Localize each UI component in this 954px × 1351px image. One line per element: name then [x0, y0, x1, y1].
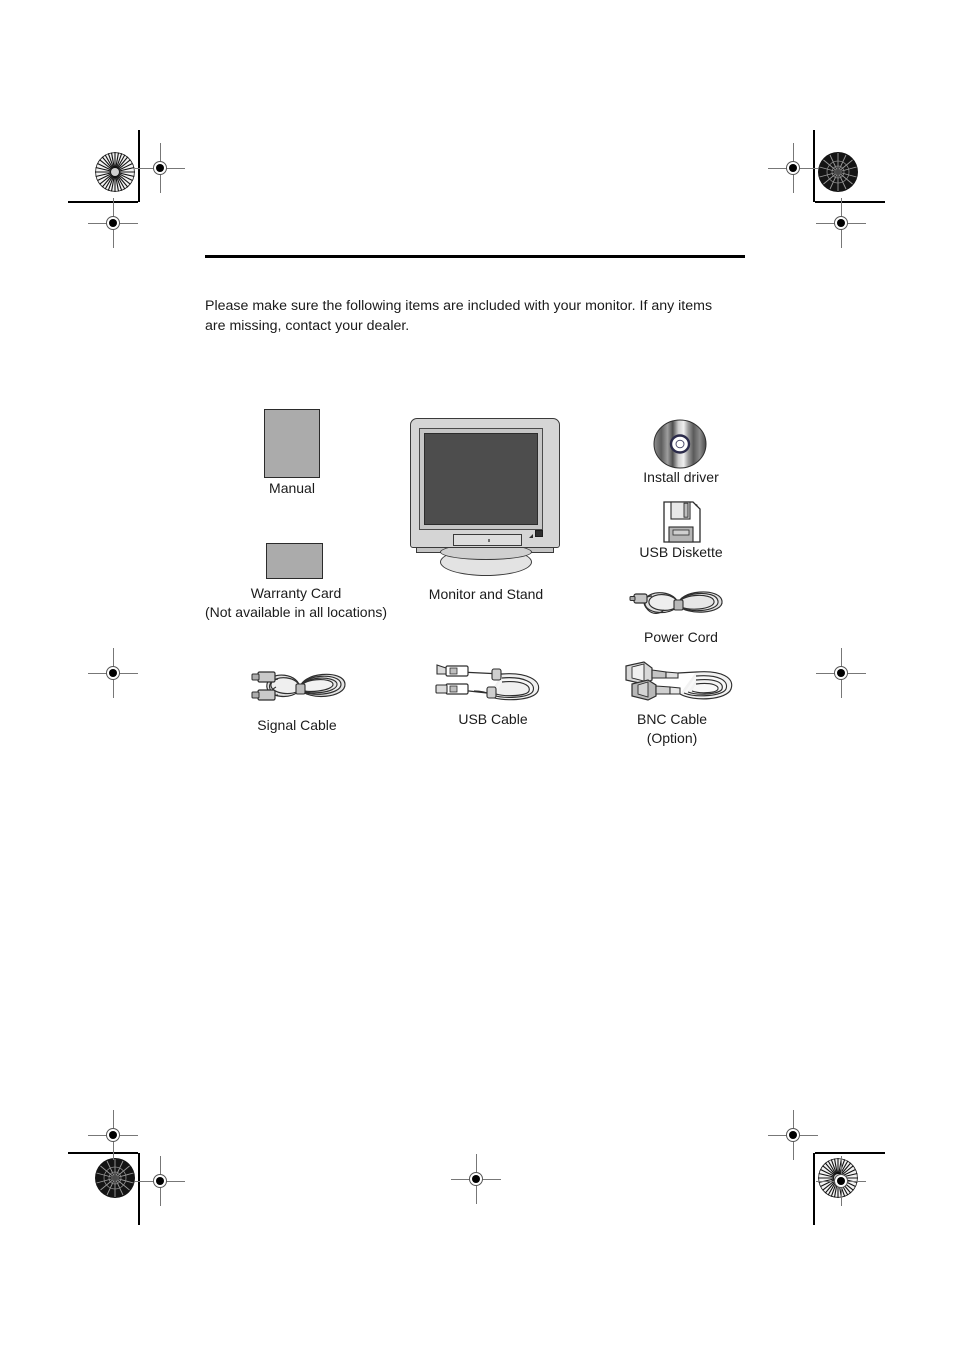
registration-core	[156, 164, 164, 172]
bnc-cable-icon	[625, 661, 733, 701]
label-install-driver: Install driver	[643, 469, 719, 485]
star-target-bottom-left	[95, 1158, 135, 1198]
registration-core	[789, 164, 797, 172]
registration-mark-top-right-upper	[768, 143, 818, 193]
crop-line-top-left-horizontal	[68, 201, 138, 203]
signal-cable-connector-lower	[251, 689, 276, 701]
label-power-cord: Power Cord	[644, 629, 718, 645]
star-target-top-right	[818, 152, 858, 192]
power-cord-icon	[629, 591, 723, 614]
registration-core	[789, 1131, 797, 1139]
signal-cable-icon	[251, 671, 346, 701]
label-bnc-cable: BNC Cable (Option)	[636, 711, 708, 747]
manual-illustration	[264, 409, 320, 478]
star-target-top-left	[95, 152, 135, 192]
label-usb-diskette: USB Diskette	[639, 544, 723, 560]
registration-core	[109, 219, 117, 227]
registration-mark-top-right-lower	[816, 198, 866, 248]
monitor-control-panel-mark	[488, 539, 490, 542]
registration-core	[837, 219, 845, 227]
crop-line-top-right-horizontal	[815, 201, 885, 203]
star-target-glyph	[818, 152, 858, 192]
signal-cable-illustration	[248, 665, 348, 716]
registration-mark-mid-left	[88, 648, 138, 698]
label-signal-cable: Signal Cable	[257, 717, 337, 733]
registration-core	[472, 1175, 480, 1183]
warranty-card-illustration	[266, 543, 323, 579]
crop-line-top-right-vertical	[813, 130, 815, 202]
registration-mark-top-left-upper	[135, 143, 185, 193]
star-target-glyph	[95, 1158, 135, 1198]
power-cord-illustration	[628, 583, 728, 632]
usb-cable-icon	[435, 664, 540, 701]
registration-mark-bottom-right-lower	[816, 1156, 866, 1206]
label-monitor-stand: Monitor and Stand	[428, 586, 544, 602]
usb-connector-lower	[435, 683, 469, 695]
cd-disc-icon	[653, 419, 707, 469]
star-target-glyph	[95, 152, 135, 192]
monitor-power-indicator-arrow	[529, 534, 533, 538]
registration-core	[156, 1177, 164, 1185]
usb-diskette-illustration	[660, 500, 704, 549]
printed-page: Please make sure the following items are…	[0, 0, 954, 1351]
registration-core	[109, 1131, 117, 1139]
monitor-screen	[424, 433, 538, 525]
registration-mark-bottom-left-upper	[88, 1110, 138, 1160]
crop-line-bottom-left-vertical	[138, 1153, 140, 1225]
bnc-cable-illustration	[618, 658, 738, 715]
label-warranty-card: Warranty Card (Not available in all loca…	[204, 585, 388, 621]
registration-core	[837, 1177, 845, 1185]
registration-mark-bottom-center	[451, 1154, 501, 1204]
install-driver-illustration	[652, 419, 708, 474]
registration-mark-mid-right	[816, 648, 866, 698]
crop-line-bottom-right-horizontal	[815, 1152, 885, 1154]
registration-core	[109, 669, 117, 677]
registration-mark-bottom-left-lower	[135, 1156, 185, 1206]
bnc-connector-upper	[625, 661, 697, 685]
signal-cable-connector-upper	[251, 671, 276, 683]
label-manual: Manual	[269, 480, 315, 496]
intro-paragraph: Please make sure the following items are…	[205, 298, 713, 335]
registration-mark-top-left-lower	[88, 198, 138, 248]
bnc-connector-lower	[631, 679, 681, 701]
usb-connector-upper	[436, 664, 469, 677]
crop-line-bottom-left-horizontal	[68, 1152, 138, 1154]
crop-line-bottom-right-vertical	[813, 1153, 815, 1225]
header-rule	[205, 255, 745, 258]
label-usb-cable: USB Cable	[458, 711, 528, 727]
usb-cable-illustration	[430, 658, 548, 715]
registration-core	[837, 669, 845, 677]
crop-line-top-left-vertical	[138, 130, 140, 202]
floppy-diskette-icon	[663, 501, 701, 543]
monitor-power-indicator	[535, 530, 543, 537]
registration-mark-bottom-right-upper	[768, 1110, 818, 1160]
monitor-control-panel	[453, 534, 522, 546]
